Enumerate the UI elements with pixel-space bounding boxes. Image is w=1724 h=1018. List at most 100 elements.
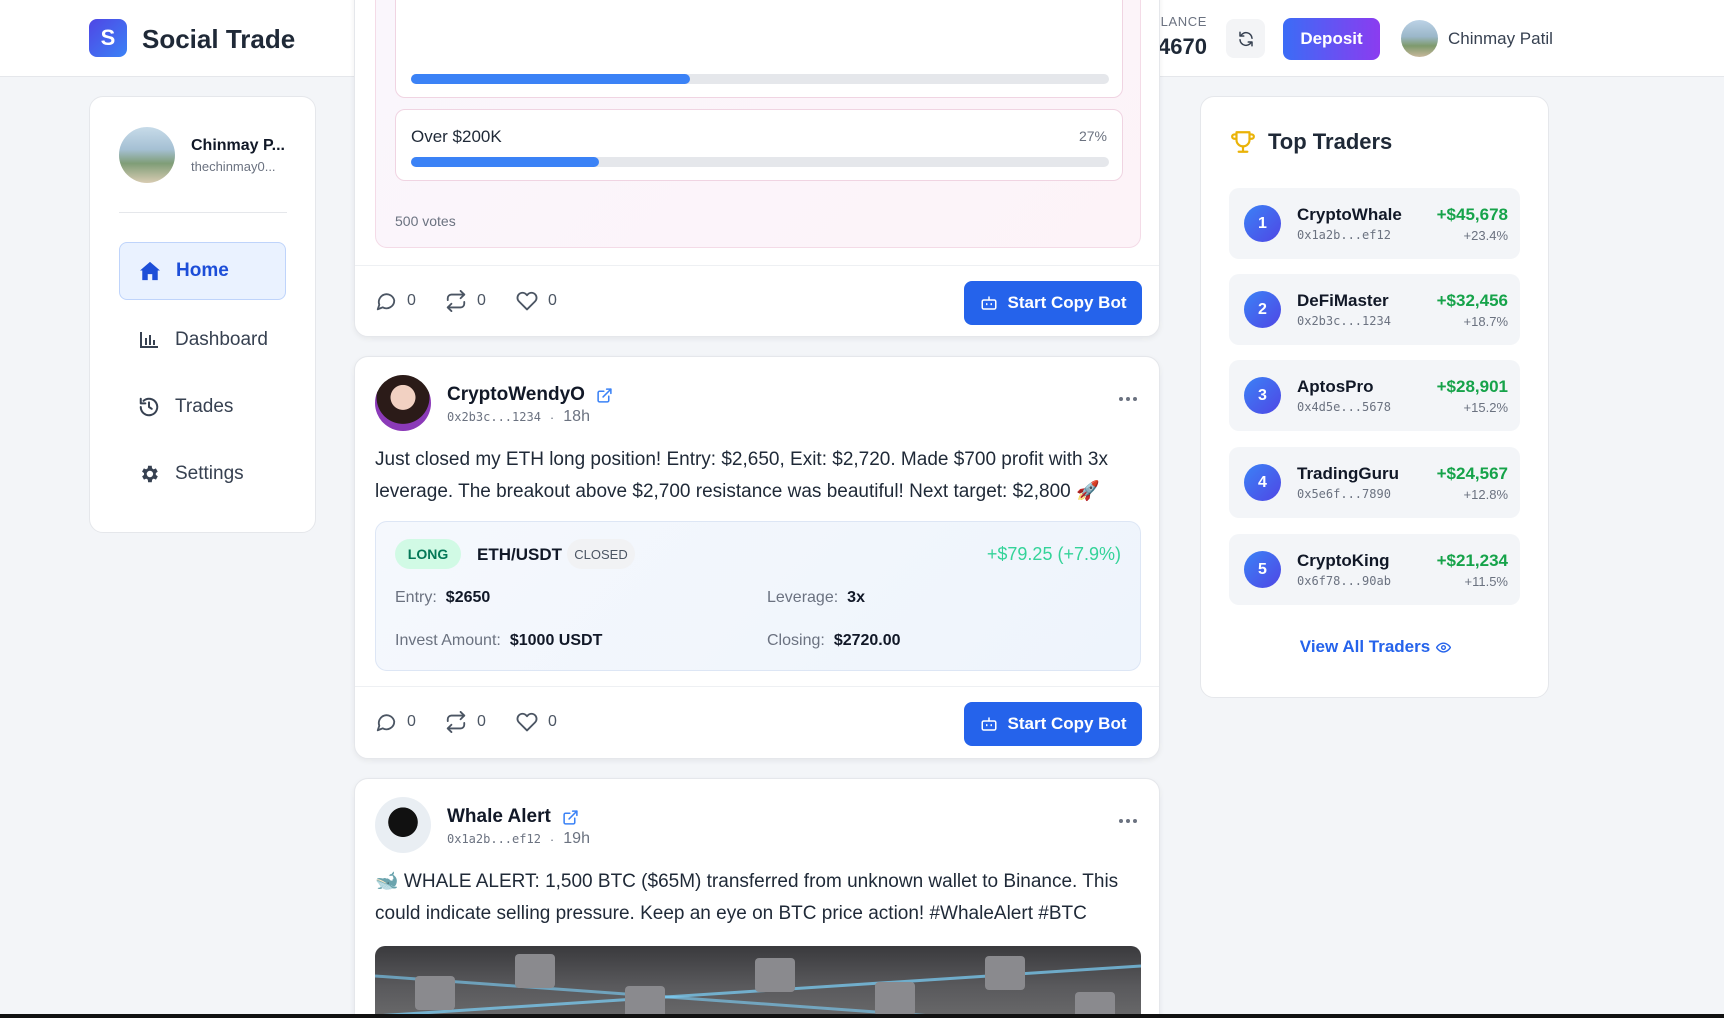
- trader-pct: +11.5%: [1464, 574, 1509, 589]
- trade-entry: Entry: $2650: [395, 589, 490, 607]
- like-button[interactable]: 0: [516, 290, 557, 312]
- trade-pair: ETH/USDT: [477, 545, 562, 564]
- trader-pnl: +$24,567: [1436, 464, 1508, 483]
- poll-container: Over $200K 27% 500 votes: [375, 0, 1141, 248]
- poll-bar-fill: [411, 157, 600, 167]
- post-text: 🐋 WHALE ALERT: 1,500 BTC ($65M) transfer…: [375, 871, 1119, 924]
- top-traders-panel: Top Traders 1 CryptoWhale 0x1a2b...ef12 …: [1200, 96, 1549, 698]
- header-user-name[interactable]: Chinmay Patil: [1448, 29, 1553, 49]
- sidebar-divider: [119, 212, 287, 213]
- invest-value: $1000 USDT: [509, 632, 603, 649]
- avatar[interactable]: [375, 375, 431, 431]
- trader-row[interactable]: 1 CryptoWhale 0x1a2b...ef12 +$45,678 +23…: [1229, 188, 1520, 259]
- poll-option[interactable]: Over $200K 27%: [395, 109, 1123, 181]
- more-options-button[interactable]: [1117, 810, 1139, 832]
- post-image[interactable]: [375, 946, 1141, 1018]
- comment-icon: [376, 293, 396, 311]
- trader-address: 0x1a2b...ef12: [1297, 228, 1391, 242]
- repost-button[interactable]: 0: [445, 711, 486, 733]
- trader-pnl: +$21,234: [1436, 551, 1508, 570]
- bar-chart-icon: [137, 328, 161, 352]
- post-author[interactable]: Whale Alert: [447, 806, 579, 828]
- like-button[interactable]: 0: [516, 711, 557, 733]
- more-options-button[interactable]: [1117, 388, 1139, 410]
- top-traders-heading: Top Traders: [1230, 129, 1392, 155]
- sidebar-item-dashboard[interactable]: Dashboard: [119, 311, 286, 369]
- post-time: 19h: [563, 830, 590, 847]
- trader-row[interactable]: 3 AptosPro 0x4d5e...5678 +$28,901 +15.2%: [1229, 360, 1520, 431]
- trader-rank: 4: [1244, 464, 1281, 501]
- comment-button[interactable]: 0: [375, 290, 416, 312]
- start-copy-bot-button[interactable]: Start Copy Bot: [964, 281, 1142, 325]
- trade-side-badge: LONG: [395, 539, 461, 569]
- trade-post-card: CryptoWendyO 0x2b3c...1234 · 18h Just cl…: [354, 356, 1160, 759]
- trader-pnl: +$45,678: [1436, 205, 1508, 224]
- copy-bot-label: Start Copy Bot: [1007, 293, 1127, 312]
- trader-row[interactable]: 2 DeFiMaster 0x2b3c...1234 +$32,456 +18.…: [1229, 274, 1520, 345]
- trophy-icon: [1231, 131, 1255, 153]
- comment-button[interactable]: 0: [375, 711, 416, 733]
- trader-row[interactable]: 5 CryptoKing 0x6f78...90ab +$21,234 +11.…: [1229, 534, 1520, 605]
- leverage-value: 3x: [847, 589, 865, 606]
- post-text: Just closed my ETH long position! Entry:…: [375, 449, 1108, 502]
- sidebar-item-home[interactable]: Home: [119, 242, 286, 300]
- trade-pnl: +$79.25 (+7.9%): [986, 544, 1121, 564]
- comment-icon: [376, 714, 396, 732]
- entry-label: Entry:: [395, 589, 437, 606]
- trader-rank: 5: [1244, 551, 1281, 588]
- ellipsis-icon: [1119, 397, 1137, 401]
- post-author[interactable]: CryptoWendyO: [447, 384, 613, 406]
- trader-row[interactable]: 4 TradingGuru 0x5e6f...7890 +$24,567 +12…: [1229, 447, 1520, 518]
- sidebar-item-settings[interactable]: Settings: [119, 445, 286, 503]
- comment-count: 0: [407, 292, 416, 309]
- external-link-icon[interactable]: [562, 809, 579, 826]
- repost-icon: [446, 290, 466, 312]
- view-all-traders-link[interactable]: View All Traders: [1201, 637, 1550, 657]
- app-logo[interactable]: S: [89, 19, 127, 57]
- trader-pnl: +$28,901: [1436, 377, 1508, 396]
- poll-option-percent: 27%: [1078, 128, 1107, 144]
- history-icon: [137, 395, 161, 419]
- poll-bar-track: [411, 157, 1109, 167]
- author-address: 0x1a2b...ef12: [447, 832, 541, 846]
- avatar[interactable]: [1401, 20, 1438, 57]
- refresh-balance-button[interactable]: [1226, 19, 1265, 58]
- trader-name: DeFiMaster: [1297, 291, 1389, 310]
- sidebar-item-label: Trades: [175, 396, 234, 417]
- trader-pct: +15.2%: [1463, 400, 1508, 415]
- like-count: 0: [548, 292, 557, 309]
- bot-icon: [981, 296, 996, 310]
- deposit-button[interactable]: Deposit: [1283, 18, 1380, 60]
- post-meta: 0x1a2b...ef12 · 19h: [447, 830, 590, 848]
- external-link-icon[interactable]: [596, 387, 613, 404]
- like-count: 0: [548, 713, 557, 730]
- repost-button[interactable]: 0: [445, 290, 486, 312]
- trader-name: CryptoKing: [1297, 551, 1390, 570]
- author-name: CryptoWendyO: [447, 384, 585, 405]
- meta-separator: ·: [549, 831, 555, 847]
- avatar[interactable]: [375, 797, 431, 853]
- profile-avatar[interactable]: [119, 127, 175, 183]
- trader-pct: +18.7%: [1463, 314, 1508, 329]
- start-copy-bot-button[interactable]: Start Copy Bot: [964, 702, 1142, 746]
- left-sidebar: Chinmay P... thechinmay0... Home Dashboa…: [89, 96, 316, 533]
- whale-post-card: Whale Alert 0x1a2b...ef12 · 19h 🐋 WHALE …: [354, 778, 1160, 1018]
- leverage-label: Leverage:: [767, 589, 839, 606]
- app-title[interactable]: Social Trade: [142, 24, 295, 55]
- meta-separator: ·: [549, 409, 555, 425]
- poll-option[interactable]: [395, 0, 1123, 98]
- invest-label: Invest Amount:: [395, 632, 501, 649]
- author-address: 0x2b3c...1234: [447, 410, 541, 424]
- trade-status-badge: CLOSED: [567, 539, 635, 569]
- closing-value: $2720.00: [833, 632, 901, 649]
- bottom-edge: [0, 1014, 1724, 1018]
- author-name: Whale Alert: [447, 806, 551, 827]
- eye-icon: [1436, 641, 1452, 653]
- profile-handle: thechinmay0...: [191, 159, 276, 174]
- trader-name: CryptoWhale: [1297, 205, 1402, 224]
- poll-votes: 500 votes: [395, 213, 456, 229]
- top-traders-title: Top Traders: [1268, 129, 1393, 154]
- sidebar-item-trades[interactable]: Trades: [119, 378, 286, 436]
- profile-name[interactable]: Chinmay P...: [191, 137, 285, 155]
- post-actions: 0 0 0 Start Copy Bot: [355, 686, 1159, 758]
